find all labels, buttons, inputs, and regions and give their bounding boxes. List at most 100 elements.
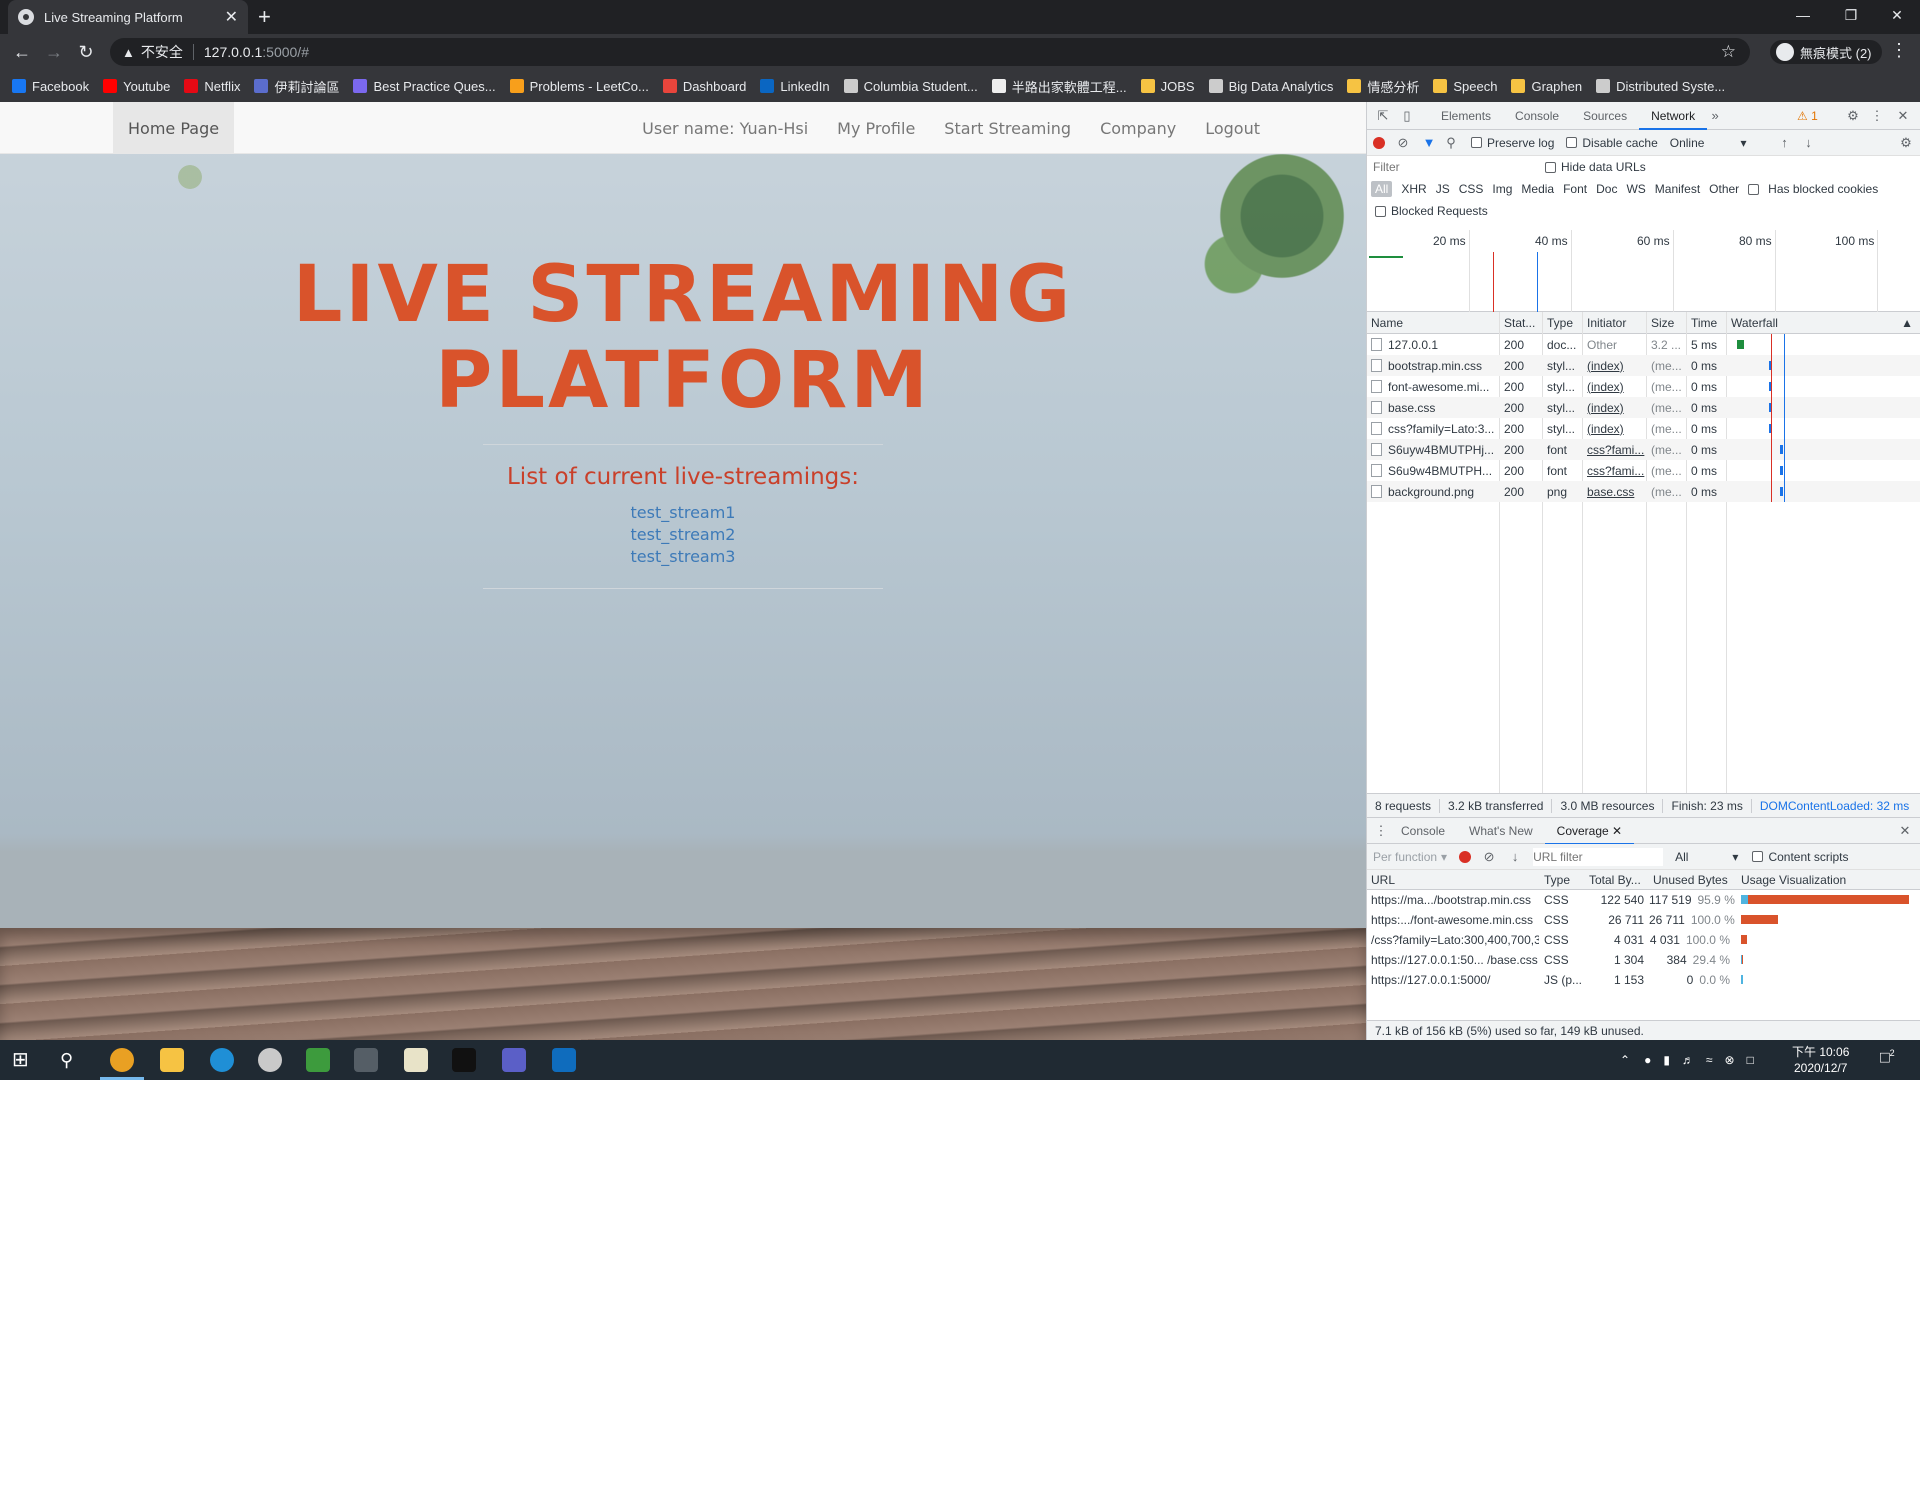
nav-start-streaming[interactable]: Start Streaming bbox=[944, 119, 1071, 138]
disable-cache-box[interactable] bbox=[1566, 137, 1578, 148]
filter-font[interactable]: Font bbox=[1563, 182, 1587, 196]
browser-tab[interactable]: Live Streaming Platform ✕ bbox=[8, 0, 248, 34]
bookmark-item[interactable]: Youtube bbox=[103, 79, 170, 94]
filter-funnel-icon[interactable]: ▼ bbox=[1421, 135, 1437, 151]
pycharm-icon[interactable] bbox=[306, 1048, 330, 1072]
bookmark-item[interactable]: 伊莉討論區 bbox=[254, 77, 339, 96]
col-initiator[interactable]: Initiator bbox=[1582, 316, 1646, 330]
bookmark-item[interactable]: 半路出家軟體工程... bbox=[991, 77, 1127, 96]
volume-icon[interactable]: ♬ bbox=[1682, 1053, 1694, 1067]
notepad-icon[interactable] bbox=[404, 1048, 428, 1072]
nav-home-page[interactable]: Home Page bbox=[113, 102, 235, 154]
coverage-record-icon[interactable] bbox=[1459, 850, 1472, 863]
filter-input[interactable] bbox=[1373, 158, 1533, 176]
bookmark-item[interactable]: Netflix bbox=[184, 79, 240, 94]
filter-xhr[interactable]: XHR bbox=[1401, 182, 1426, 196]
photos-icon[interactable] bbox=[354, 1048, 378, 1072]
reload-icon[interactable]: ↻ bbox=[74, 40, 98, 64]
url-filter-input[interactable] bbox=[1533, 847, 1664, 866]
network-overview-timeline[interactable]: 20 ms 40 ms 60 ms 80 ms 100 ms bbox=[1367, 230, 1920, 312]
bookmark-item[interactable]: Big Data Analytics bbox=[1208, 79, 1333, 94]
battery-icon[interactable]: ▮ bbox=[1663, 1053, 1670, 1067]
col-waterfall[interactable]: Waterfall ▲ bbox=[1726, 312, 1920, 333]
filter-other[interactable]: Other bbox=[1709, 182, 1739, 196]
window-close-icon[interactable]: ✕ bbox=[1874, 0, 1920, 30]
throttle-select[interactable]: Online ▾ bbox=[1670, 136, 1747, 150]
more-tabs-icon[interactable]: » bbox=[1707, 108, 1723, 124]
cov-col-type[interactable]: Type bbox=[1539, 873, 1585, 887]
bookmark-item[interactable]: Best Practice Ques... bbox=[353, 79, 496, 94]
teams-icon[interactable] bbox=[502, 1048, 526, 1072]
coverage-row[interactable]: https:.../font-awesome.min.css CSS 26 711 2… bbox=[1367, 910, 1920, 930]
incognito-indicator[interactable]: 無痕模式 (2) bbox=[1770, 40, 1882, 64]
cov-col-unused[interactable]: Unused Bytes bbox=[1649, 873, 1735, 887]
bookmark-item[interactable]: JOBS bbox=[1140, 79, 1195, 94]
tab-network[interactable]: Network bbox=[1639, 102, 1708, 130]
cov-col-viz[interactable]: Usage Visualization bbox=[1735, 870, 1920, 889]
close-drawer-icon[interactable]: ✕ bbox=[1897, 823, 1913, 839]
search-icon[interactable]: ⚲ bbox=[60, 1048, 84, 1072]
close-coverage-icon[interactable]: ✕ bbox=[1612, 824, 1622, 838]
network-request-row[interactable]: bootstrap.min.css 200 styl... (index) (me...… bbox=[1367, 355, 1920, 376]
bookmark-item[interactable]: Graphen bbox=[1511, 79, 1582, 94]
filter-js[interactable]: JS bbox=[1436, 182, 1450, 196]
edge-icon[interactable] bbox=[210, 1048, 234, 1072]
filter-img[interactable]: Img bbox=[1492, 182, 1512, 196]
request-initiator[interactable]: (index) bbox=[1582, 359, 1646, 373]
bookmark-item[interactable]: Problems - LeetCo... bbox=[509, 79, 649, 94]
filter-doc[interactable]: Doc bbox=[1596, 182, 1617, 196]
stream-link-1[interactable]: test_stream1 bbox=[0, 502, 1366, 524]
col-status[interactable]: Stat... bbox=[1499, 316, 1542, 330]
request-initiator[interactable]: css?fami... bbox=[1582, 443, 1646, 457]
hide-data-urls-checkbox[interactable]: Hide data URLs bbox=[1545, 160, 1646, 174]
has-blocked-cookies-box[interactable] bbox=[1748, 183, 1760, 195]
snipping-tool-icon[interactable] bbox=[258, 1048, 282, 1072]
request-initiator[interactable]: base.css bbox=[1582, 485, 1646, 499]
outlook-icon[interactable] bbox=[552, 1048, 576, 1072]
restore-icon[interactable]: ❐ bbox=[1828, 0, 1874, 30]
clock[interactable]: 下午 10:06 2020/12/7 bbox=[1792, 1044, 1849, 1076]
settings-gear-icon[interactable]: ⚙ bbox=[1845, 108, 1861, 124]
network-request-row[interactable]: css?family=Lato:3... 200 styl... (index) (me… bbox=[1367, 418, 1920, 439]
network-settings-icon[interactable]: ⚙ bbox=[1898, 135, 1914, 151]
tray-expand-icon[interactable]: ⌃ bbox=[1620, 1053, 1630, 1067]
close-devtools-icon[interactable]: ✕ bbox=[1895, 108, 1911, 124]
network-request-row[interactable]: 127.0.0.1 200 doc... Other 3.2 ... 5 ms bbox=[1367, 334, 1920, 355]
request-initiator[interactable]: (index) bbox=[1582, 422, 1646, 436]
network-request-row[interactable]: S6u9w4BMUTPH... 200 font css?fami... (me... 0… bbox=[1367, 460, 1920, 481]
filter-all[interactable]: All bbox=[1371, 181, 1393, 197]
back-arrow-icon[interactable]: ← bbox=[10, 40, 34, 64]
minimize-icon[interactable]: — bbox=[1780, 0, 1826, 30]
blocked-requests-box[interactable] bbox=[1375, 205, 1386, 217]
file-explorer-icon[interactable] bbox=[160, 1048, 184, 1072]
stream-link-3[interactable]: test_stream3 bbox=[0, 546, 1366, 568]
forward-arrow-icon[interactable]: → bbox=[42, 40, 66, 64]
hide-data-urls-box[interactable] bbox=[1545, 161, 1556, 173]
has-blocked-cookies-checkbox[interactable]: Has blocked cookies bbox=[1748, 182, 1887, 196]
cov-col-url[interactable]: URL bbox=[1367, 873, 1539, 887]
devtools-menu-icon[interactable]: ⋮ bbox=[1869, 108, 1885, 124]
export-har-icon[interactable]: ↓ bbox=[1800, 135, 1816, 151]
coverage-scope-select[interactable]: All ▾ bbox=[1675, 850, 1738, 864]
coverage-export-icon[interactable]: ↓ bbox=[1507, 849, 1523, 865]
cov-col-total[interactable]: Total By... bbox=[1585, 873, 1649, 887]
preserve-log-box[interactable] bbox=[1471, 137, 1482, 148]
input-method-icon[interactable]: □ bbox=[1747, 1053, 1754, 1067]
bookmark-item[interactable]: Distributed Syste... bbox=[1596, 79, 1725, 94]
device-toolbar-icon[interactable]: ▯ bbox=[1399, 108, 1415, 124]
per-function-select[interactable]: Per function ▾ bbox=[1373, 850, 1447, 864]
search-icon[interactable]: ⚲ bbox=[1443, 135, 1459, 151]
bookmark-item[interactable]: Facebook bbox=[12, 79, 89, 94]
clear-icon[interactable]: ⊘ bbox=[1395, 135, 1411, 151]
browser-menu-icon[interactable]: ⋮ bbox=[1890, 40, 1908, 61]
blocked-requests-checkbox[interactable]: Blocked Requests bbox=[1375, 204, 1488, 218]
network-request-row[interactable]: S6uyw4BMUTPHj... 200 font css?fami... (me...… bbox=[1367, 439, 1920, 460]
warning-badge[interactable]: ⚠ 1 bbox=[1797, 109, 1818, 123]
tab-elements[interactable]: Elements bbox=[1429, 102, 1503, 130]
preserve-log-checkbox[interactable]: Preserve log bbox=[1471, 136, 1554, 150]
bookmark-star-icon[interactable]: ☆ bbox=[1721, 42, 1736, 62]
stream-link-2[interactable]: test_stream2 bbox=[0, 524, 1366, 546]
tab-sources[interactable]: Sources bbox=[1571, 102, 1639, 130]
drawer-tab-coverage[interactable]: Coverage ✕ bbox=[1544, 817, 1635, 845]
nav-my-profile[interactable]: My Profile bbox=[837, 119, 915, 138]
